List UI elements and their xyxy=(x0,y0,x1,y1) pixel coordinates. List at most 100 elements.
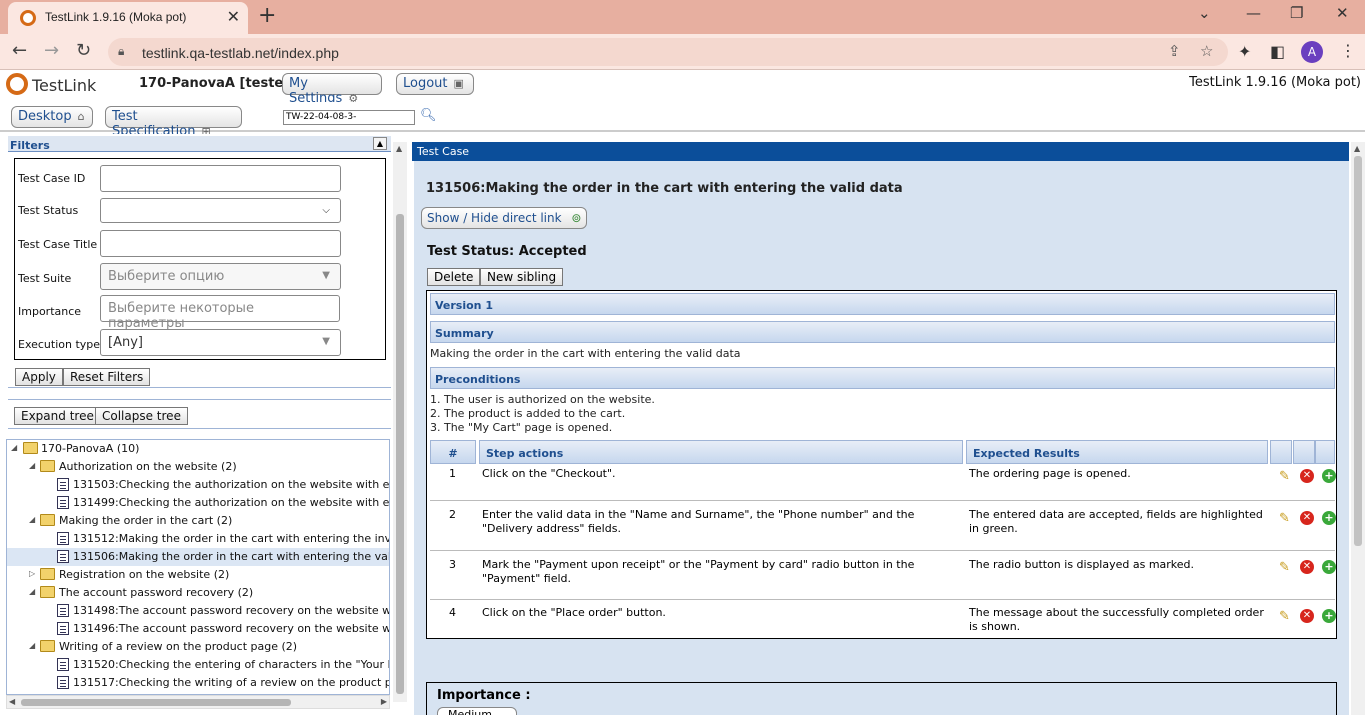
pencil-edit-icon[interactable]: ✎ xyxy=(1279,560,1293,575)
tree-node-suite[interactable]: ◢ Writing of a review on the product pag… xyxy=(7,638,389,656)
test-status-select[interactable]: ⌵ xyxy=(100,198,341,223)
minimize-icon[interactable]: — xyxy=(1246,4,1261,22)
window-close-icon[interactable]: ✕ xyxy=(1336,4,1349,22)
testlink-logo-icon xyxy=(6,73,28,95)
tree-node-suite[interactable]: ◢ Authorization on the website (2) xyxy=(7,458,389,476)
expanded-arrow-icon[interactable]: ◢ xyxy=(29,587,35,596)
add-step-icon[interactable]: + xyxy=(1322,609,1336,623)
col-expected-header: Expected Results xyxy=(966,440,1268,464)
tab-search-icon[interactable]: ⌄ xyxy=(1198,4,1211,22)
tab-close-icon[interactable]: ✕ xyxy=(227,7,240,26)
step-row: 4 Click on the "Place order" button. The… xyxy=(430,601,1336,637)
execution-type-select[interactable]: [Any] ▼ xyxy=(100,329,341,356)
testcase-bar: Test Case xyxy=(412,142,1349,161)
tree-node-suite[interactable]: ◢ Making the order in the cart (2) xyxy=(7,512,389,530)
forward-icon[interactable]: → xyxy=(44,40,59,61)
importance-multiselect[interactable]: Выберите некоторые параметры xyxy=(100,295,340,331)
pencil-edit-icon[interactable]: ✎ xyxy=(1279,469,1293,484)
expand-tree-button[interactable]: Expand tree xyxy=(14,407,101,425)
delete-step-icon[interactable]: ✕ xyxy=(1300,511,1314,525)
show-hide-link-button[interactable]: Show / Hide direct link ⊚ xyxy=(421,207,588,229)
testcase-title-input[interactable] xyxy=(100,230,341,257)
tree-node-testcase[interactable]: 131517:Checking the writing of a review … xyxy=(7,674,389,692)
new-tab-icon[interactable]: + xyxy=(258,3,276,28)
folder-icon xyxy=(23,442,38,454)
expanded-arrow-icon[interactable]: ◢ xyxy=(29,515,35,524)
tree-node-testcase[interactable]: 131499:Checking the authorization on the… xyxy=(7,494,389,512)
profile-avatar[interactable]: A xyxy=(1301,41,1323,63)
tree-node-suite[interactable]: ▷ Registration on the website (2) xyxy=(7,566,389,584)
version-header: Version 1 xyxy=(430,293,1335,315)
expanded-arrow-icon[interactable]: ◢ xyxy=(29,461,35,470)
expanded-arrow-icon[interactable]: ◢ xyxy=(11,443,17,452)
scroll-right-icon[interactable]: ▶ xyxy=(381,697,387,706)
share-icon[interactable]: ⇪ xyxy=(1168,42,1181,60)
tree-node-testcase[interactable]: 131503:Checking the authorization on the… xyxy=(7,476,390,494)
reload-icon[interactable]: ↻ xyxy=(76,40,91,61)
sidepanel-icon[interactable]: ◧ xyxy=(1270,42,1285,61)
bookmark-star-icon[interactable]: ☆ xyxy=(1200,42,1213,60)
delete-step-icon[interactable]: ✕ xyxy=(1300,560,1314,574)
execution-type-value: [Any] xyxy=(108,335,143,350)
testcase-body: 131506:Making the order in the cart with… xyxy=(414,161,1349,715)
right-vertical-scrollbar[interactable]: ▲ xyxy=(1351,142,1365,715)
collapsed-arrow-icon[interactable]: ▷ xyxy=(29,569,35,578)
step-row: 1 Click on the "Checkout". The ordering … xyxy=(430,465,1336,501)
reset-filters-button[interactable]: Reset Filters xyxy=(63,368,151,386)
test-specification-button[interactable]: Test Specification ⊞ xyxy=(105,106,242,139)
apply-button[interactable]: Apply xyxy=(15,368,63,386)
collapse-up-icon[interactable]: ▲ xyxy=(373,137,387,150)
pencil-edit-icon[interactable]: ✎ xyxy=(1279,609,1293,624)
expanded-arrow-icon[interactable]: ◢ xyxy=(29,641,35,650)
add-step-icon[interactable]: + xyxy=(1322,469,1336,483)
scroll-left-icon[interactable]: ◀ xyxy=(9,697,15,706)
preconditions-header: Preconditions xyxy=(430,367,1335,389)
home-icon: ⌂ xyxy=(77,110,85,123)
extensions-icon[interactable]: ✦ xyxy=(1238,42,1251,61)
tree-node-label: 131503:Checking the authorization on the… xyxy=(73,478,390,491)
delete-step-icon[interactable]: ✕ xyxy=(1300,469,1314,483)
tree-node-testcase[interactable]: 131496:The account password recovery on … xyxy=(7,620,389,638)
delete-step-icon[interactable]: ✕ xyxy=(1300,609,1314,623)
my-settings-button[interactable]: My Settings ⚙ xyxy=(282,73,382,106)
scroll-up-icon[interactable]: ▲ xyxy=(396,144,402,153)
divider xyxy=(8,387,391,388)
restore-icon[interactable]: ❐ xyxy=(1290,4,1303,22)
pencil-edit-icon[interactable]: ✎ xyxy=(1279,511,1293,526)
tree-node-testcase[interactable]: 131520:Checking the entering of characte… xyxy=(7,656,389,674)
scrollbar-thumb[interactable] xyxy=(396,214,404,694)
scroll-up-icon[interactable]: ▲ xyxy=(1354,144,1360,153)
tree-node-testcase[interactable]: 131512:Making the order in the cart with… xyxy=(7,530,389,548)
step-num: 1 xyxy=(449,467,456,480)
col-actions-header: Step actions xyxy=(479,440,963,464)
new-sibling-button[interactable]: New sibling xyxy=(480,268,564,286)
tree-node-testcase[interactable]: 131498:The account password recovery on … xyxy=(7,602,389,620)
tree-node-suite[interactable]: ◢ The account password recovery (2) xyxy=(7,584,389,602)
importance-select[interactable]: Medium xyxy=(437,707,517,715)
browser-tab[interactable]: TestLink 1.9.16 (Moka pot) ✕ xyxy=(8,2,248,34)
scrollbar-thumb[interactable] xyxy=(1354,156,1362,546)
folder-icon xyxy=(40,460,55,472)
step-row: 3 Mark the "Payment upon receipt" or the… xyxy=(430,552,1336,600)
delete-button[interactable]: Delete xyxy=(427,268,481,286)
test-suite-select[interactable]: Выберите опцию ▼ xyxy=(100,263,341,290)
collapse-tree-button[interactable]: Collapse tree xyxy=(95,407,188,425)
search-icon[interactable]: 🔍︎ xyxy=(420,108,437,123)
add-step-icon[interactable]: + xyxy=(1322,560,1336,574)
tree-node-root[interactable]: ◢ 170-PanovaA (10) xyxy=(7,440,389,458)
logout-button[interactable]: Logout ▣ xyxy=(396,73,474,95)
left-vertical-scrollbar[interactable]: ▲ xyxy=(393,142,407,702)
step-action: Enter the valid data in the "Name and Su… xyxy=(482,508,915,535)
testcase-id-input[interactable]: TW-22-04-08-3- xyxy=(283,110,415,125)
tree-node-testcase-selected[interactable]: 131506:Making the order in the cart with… xyxy=(7,548,389,566)
tree-horizontal-scrollbar[interactable]: ◀ ▶ xyxy=(6,695,390,709)
desktop-button[interactable]: Desktop ⌂ xyxy=(11,106,93,128)
logout-label: Logout xyxy=(403,76,448,91)
menu-kebab-icon[interactable]: ⋮ xyxy=(1340,41,1356,60)
lock-icon[interactable]: 🔒︎ xyxy=(118,44,124,59)
testcase-id-filter-input[interactable] xyxy=(100,165,341,192)
scrollbar-thumb[interactable] xyxy=(21,699,291,706)
back-icon[interactable]: ← xyxy=(12,40,27,61)
add-step-icon[interactable]: + xyxy=(1322,511,1336,525)
url-field[interactable]: 🔒︎ testlink.qa-testlab.net/index.php ⇪ ☆ xyxy=(108,38,1228,66)
